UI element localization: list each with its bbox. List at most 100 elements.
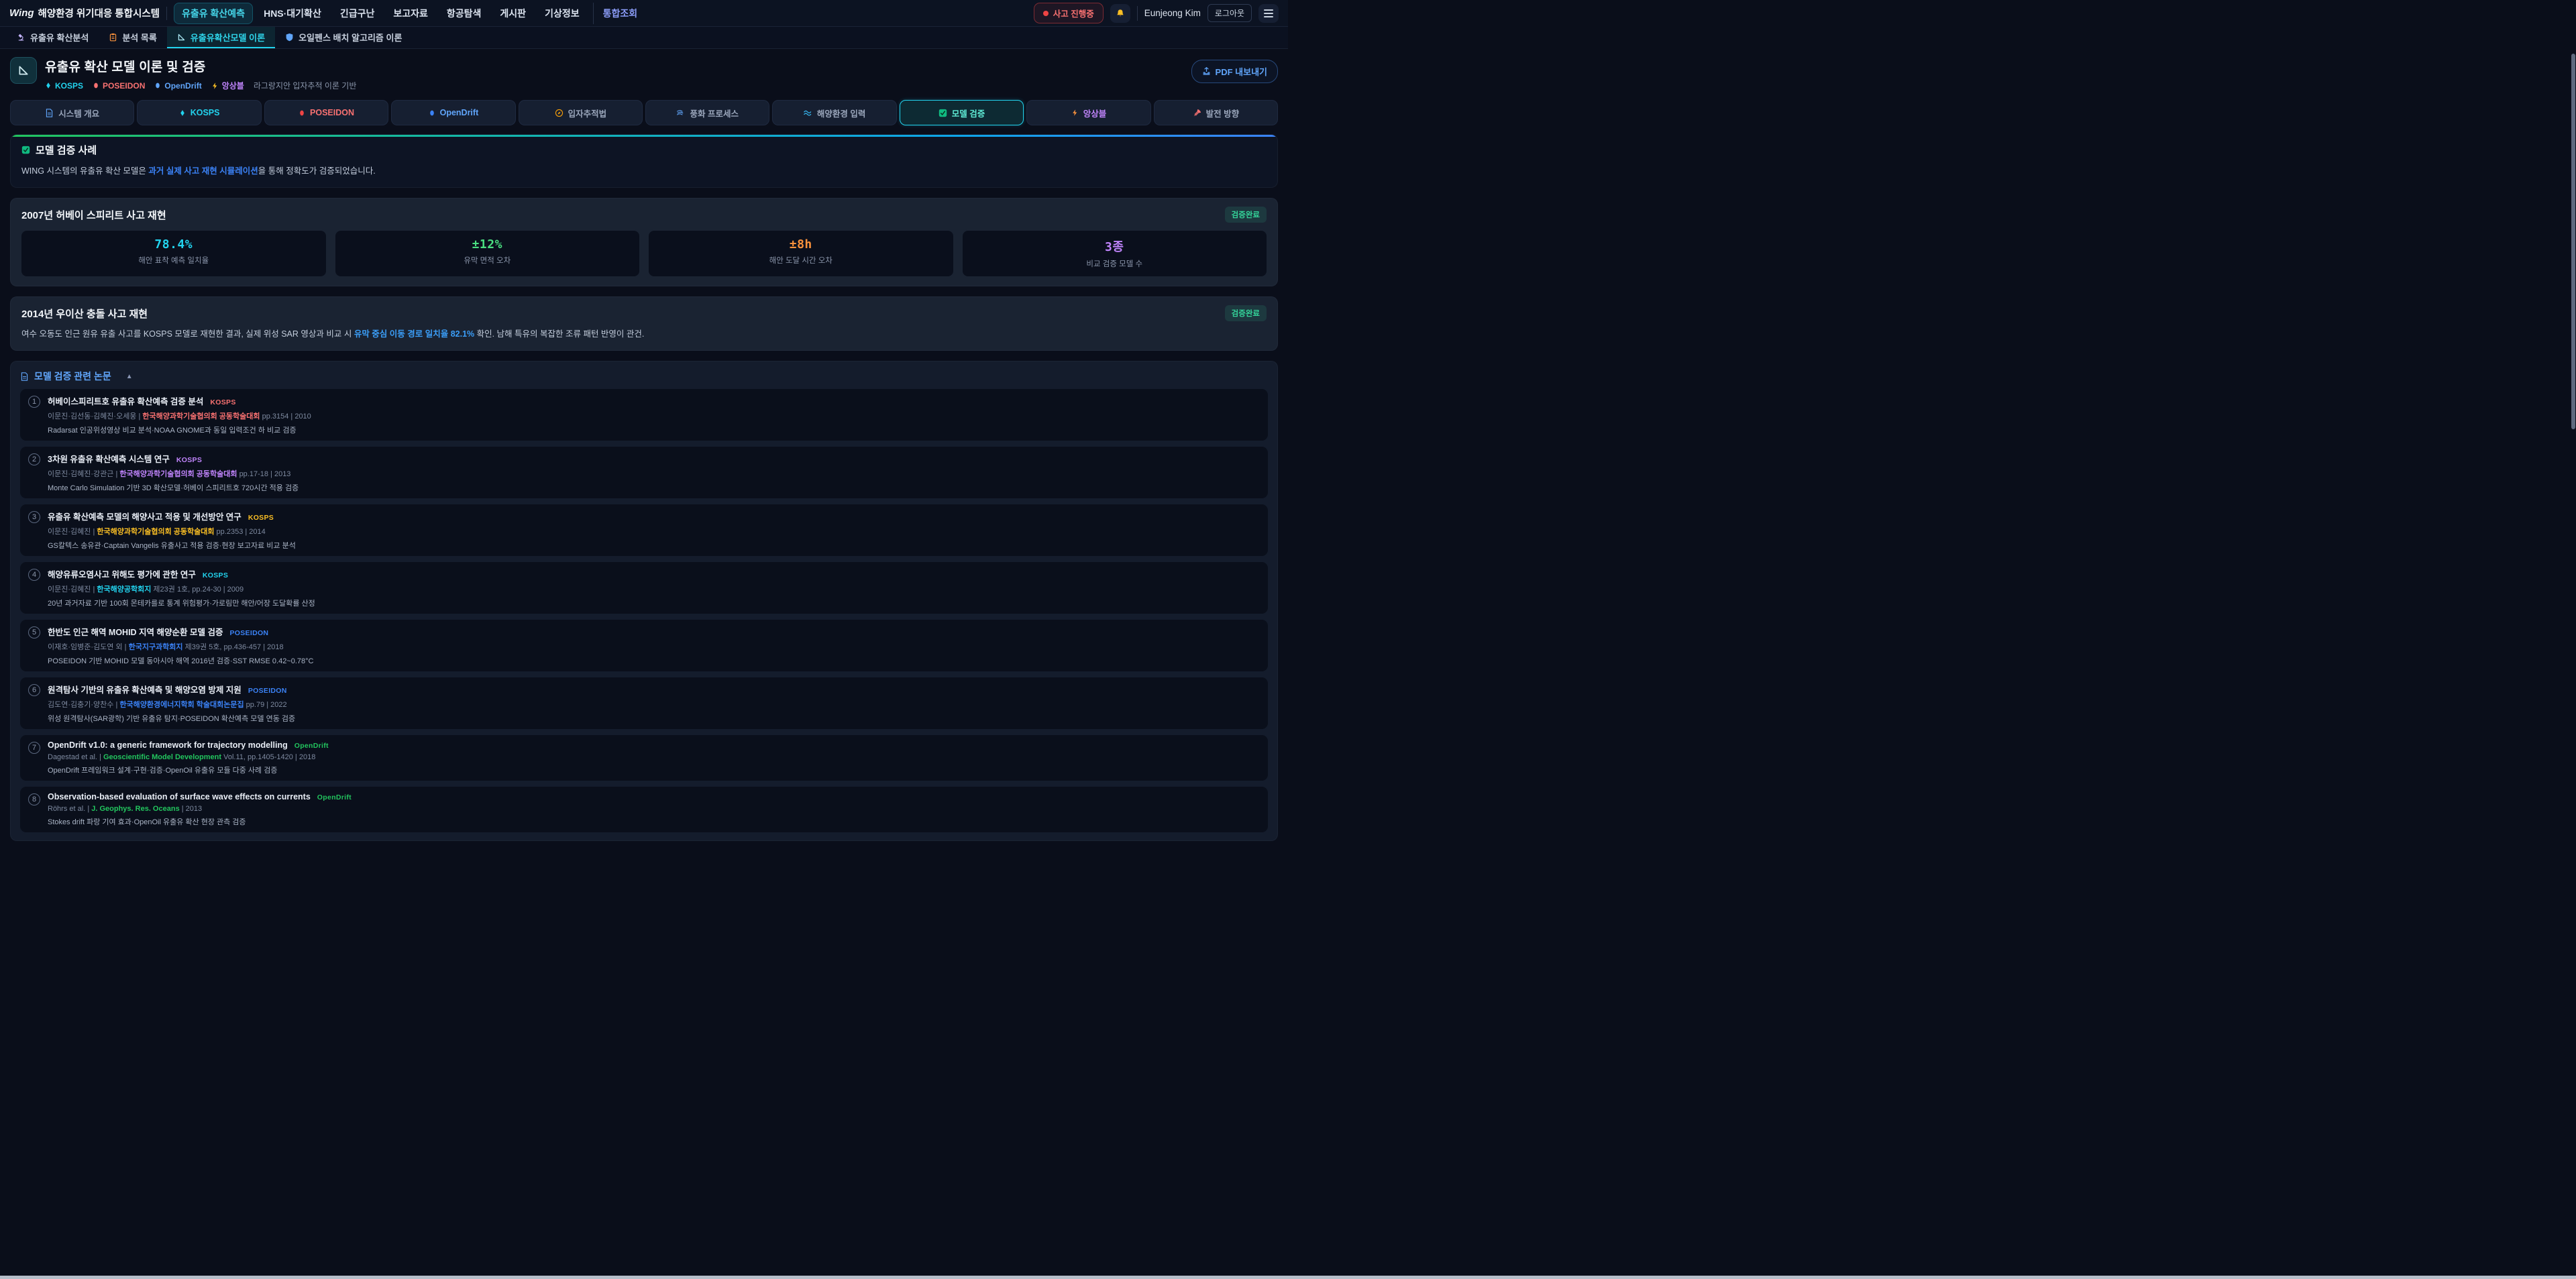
menu-button[interactable]	[1258, 4, 1279, 23]
compass-icon	[555, 109, 564, 117]
section-tab[interactable]: 모델 검증	[900, 100, 1024, 125]
ellipse-icon	[299, 109, 305, 117]
model-badge: OpenDrift	[154, 80, 201, 91]
case-2007-stats: 78.4% 해안 표착 예측 일치율 ±12% 유막 면적 오차 ±8h 해안 …	[21, 231, 1267, 276]
subtab[interactable]: 유출유확산모델 이론	[167, 27, 275, 48]
model-badge: 앙상블	[211, 80, 244, 91]
intro-body: WING 시스템의 유출유 확산 모델은 과거 실제 사고 재현 시뮬레이션을 …	[21, 164, 1267, 176]
section-tab[interactable]: 발전 방향	[1154, 100, 1278, 125]
paper-journal[interactable]: Geoscientific Model Development	[103, 753, 221, 761]
section-tab[interactable]: KOSPS	[137, 100, 261, 125]
paper-pages-year: pp.79 | 2022	[246, 701, 287, 709]
navbar-right: 사고 진행중 Eunjeong Kim 로그아웃	[1034, 3, 1279, 23]
collapse-arrow-icon[interactable]: ▲	[126, 373, 133, 380]
stat-value: ±12%	[341, 237, 635, 252]
paper-authors: 이문진·김선동·김혜진·오세웅	[48, 412, 136, 421]
paper-card[interactable]: 4 해양유류오염사고 위해도 평가에 관한 연구 KOSPS 이문진·김혜진 |…	[20, 562, 1268, 614]
paper-authors: Röhrs et al.	[48, 805, 85, 813]
paper-pages-year: Vol.11, pp.1405-1420 | 2018	[223, 753, 315, 761]
paper-journal[interactable]: 한국지구과학회지	[129, 643, 183, 651]
paper-title: 해양유류오염사고 위해도 평가에 관한 연구	[48, 567, 196, 580]
paper-number: 6	[28, 684, 40, 696]
paper-journal[interactable]: 한국해양공학회지	[97, 586, 151, 594]
paper-model-tag: KOSPS	[210, 398, 235, 406]
nav-item[interactable]: 긴급구난	[332, 3, 383, 24]
nav-item[interactable]: HNS·대기확산	[256, 3, 329, 24]
paper-note: OpenDrift 프레임워크 설계·구현·검증·OpenOil 유출유 모듈 …	[48, 765, 1258, 775]
section-tab[interactable]: OpenDrift	[391, 100, 515, 125]
paper-card[interactable]: 1 허베이스피리트호 유출유 확산예측 검증 분석 KOSPS 이문진·김선동·…	[20, 389, 1268, 441]
nav-item[interactable]: 유출유 확산예측	[174, 3, 253, 24]
paper-title: 유출유 확산예측 모델의 해양사고 적용 및 개선방안 연구	[48, 510, 241, 522]
divider	[166, 7, 167, 20]
paper-card[interactable]: 5 한반도 인근 해역 MOHID 지역 해양순환 모델 검증 POSEIDON…	[20, 620, 1268, 671]
paper-card[interactable]: 7 OpenDrift v1.0: a generic framework fo…	[20, 735, 1268, 781]
paper-journal[interactable]: 한국해양환경에너지학회 학술대회논문집	[119, 701, 244, 709]
stat-label: 해안 표착 예측 일치율	[27, 255, 321, 266]
paper-card[interactable]: 2 3차원 유출유 확산예측 시스템 연구 KOSPS 이문진·김혜진·강관근 …	[20, 447, 1268, 498]
paper-number: 1	[28, 396, 40, 408]
paper-note: Radarsat 인공위성영상 비교 분석·NOAA GNOME과 동일 입력조…	[48, 425, 1258, 435]
subtab[interactable]: 유출유 확산분석	[7, 27, 99, 48]
paper-number: 8	[28, 793, 40, 805]
verified-badge: 검증완료	[1225, 305, 1267, 321]
main-nav: 유출유 확산예측HNS·대기확산긴급구난보고자료항공탐색게시판기상정보통합조회	[174, 3, 645, 24]
intro-title: 모델 검증 사례	[36, 143, 97, 157]
paper-authors-line: 이문진·김혜진·강관근 | 한국해양과학기술협의회 공동학술대회 pp.17-1…	[48, 468, 1258, 479]
paper-journal[interactable]: 한국해양과학기술협의회 공동학술대회	[119, 470, 237, 478]
nav-item[interactable]: 항공탐색	[439, 3, 490, 24]
section-tab[interactable]: 앙상블	[1026, 100, 1150, 125]
case-2014-header: 2014년 우이산 충돌 사고 재현 검증완료	[21, 305, 1267, 321]
paper-authors-line: 이문진·김선동·김혜진·오세웅 | 한국해양과학기술협의회 공동학술대회 pp.…	[48, 410, 1258, 421]
papers-title: 모델 검증 관련 논문	[34, 370, 111, 383]
scrollbar-thumb[interactable]	[2571, 54, 2575, 429]
incident-status-badge[interactable]: 사고 진행중	[1034, 3, 1104, 23]
case-2014-title: 2014년 우이산 충돌 사고 재현	[21, 307, 148, 321]
clipboard-icon	[109, 33, 117, 42]
subtab[interactable]: 오일펜스 배치 알고리즘 이론	[275, 27, 412, 48]
stat-card: ±12% 유막 면적 오차	[335, 231, 640, 276]
paper-authors: Dagestad et al.	[48, 753, 97, 761]
paper-card[interactable]: 8 Observation-based evaluation of surfac…	[20, 787, 1268, 832]
subtab[interactable]: 분석 목록	[99, 27, 166, 48]
paper-number: 3	[28, 511, 40, 523]
case-2007-header: 2007년 허베이 스피리트 사고 재현 검증완료	[21, 207, 1267, 223]
paper-model-tag: OpenDrift	[317, 793, 352, 801]
papers-panel: 모델 검증 관련 논문 ▲ 1 허베이스피리트호 유출유 확산예측 검증 분석 …	[10, 361, 1278, 841]
paper-journal[interactable]: 한국해양과학기술협의회 공동학술대회	[97, 528, 214, 536]
paper-pages-year: pp.17-18 | 2013	[239, 470, 291, 478]
paper-journal[interactable]: J. Geophys. Res. Oceans	[91, 805, 179, 813]
model-badge-row: KOSPS POSEIDON OpenDrift 앙상블 라그랑지안 입자추적 …	[45, 80, 356, 91]
stat-card: 3종 비교 검증 모델 수	[963, 231, 1267, 276]
papers-header[interactable]: 모델 검증 관련 논문 ▲	[20, 370, 1268, 383]
notifications-button[interactable]	[1110, 4, 1130, 23]
nav-item[interactable]: 보고자료	[385, 3, 436, 24]
ellipse-icon	[93, 81, 99, 90]
model-badges: KOSPS POSEIDON OpenDrift 앙상블	[45, 80, 244, 91]
paper-model-tag: KOSPS	[248, 514, 274, 522]
paper-authors: 이문진·김혜진	[48, 586, 91, 594]
wave-icon	[804, 109, 812, 117]
page-icon-setsquare	[10, 57, 37, 84]
section-tab-bar: 시스템 개요 KOSPS POSEIDON OpenDrift 입자추적법 풍화…	[10, 100, 1278, 125]
stat-value: ±8h	[654, 237, 948, 252]
section-tab[interactable]: 풍화 프로세스	[645, 100, 769, 125]
nav-item[interactable]: 기상정보	[537, 3, 588, 24]
section-tab[interactable]: 입자추적법	[519, 100, 643, 125]
logout-button[interactable]: 로그아웃	[1208, 4, 1252, 22]
paper-note: 20년 과거자료 기반 100회 몬테카를로 통계 위험평가·가로림만 해안/어…	[48, 598, 1258, 608]
user-name: Eunjeong Kim	[1144, 8, 1201, 18]
section-tab[interactable]: 해양환경 입력	[772, 100, 896, 125]
nav-item[interactable]: 통합조회	[593, 3, 646, 24]
nav-item[interactable]: 게시판	[492, 3, 534, 24]
paper-card[interactable]: 3 유출유 확산예측 모델의 해양사고 적용 및 개선방안 연구 KOSPS 이…	[20, 504, 1268, 556]
microscope-icon	[17, 33, 25, 42]
section-tab[interactable]: POSEIDON	[264, 100, 388, 125]
pdf-export-button[interactable]: PDF 내보내기	[1191, 60, 1278, 83]
paper-journal[interactable]: 한국해양과학기술협의회 공동학술대회	[142, 412, 260, 421]
ellipse-icon	[429, 109, 435, 117]
bolt-icon	[1071, 109, 1079, 117]
section-tab[interactable]: 시스템 개요	[10, 100, 134, 125]
main-content: 유출유 확산 모델 이론 및 검증 KOSPS POSEIDON OpenDri…	[0, 49, 1288, 841]
paper-card[interactable]: 6 원격탐사 기반의 유출유 확산예측 및 해양오염 방제 지원 POSEIDO…	[20, 677, 1268, 729]
